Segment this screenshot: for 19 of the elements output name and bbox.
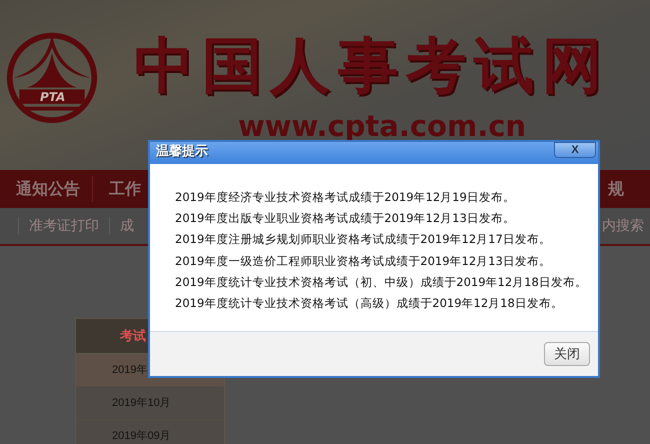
notice-text: 2019年度经济专业技术资格考试成绩于2019年12月19日发布。 — [175, 189, 516, 206]
subnav-link[interactable]: 成 — [109, 217, 144, 235]
notice-text: 2019年度统计专业技术资格考试（高级）成绩于2019年12月18日发布。 — [175, 295, 564, 312]
notice-text: 2019年度出版专业职业资格考试成绩于2019年12月13日发布。 — [175, 210, 516, 228]
sidebar-item[interactable]: 2019年09月 — [76, 420, 224, 444]
close-dialog-button[interactable]: 关闭 — [544, 342, 590, 366]
sidebar-item[interactable]: 2019年10月 — [76, 387, 224, 420]
site-name: 中国人事考试网 — [134, 34, 610, 98]
notice-text: 2019年度一级造价工程师职业资格考试成绩于2019年12月13日发布。 — [175, 252, 552, 270]
dialog-title: 温馨提示 — [156, 143, 208, 161]
subnav-link[interactable]: 内搜索 — [602, 217, 650, 235]
close-button[interactable]: X — [554, 142, 596, 158]
notice-text: 2019年度统计专业技术资格考试（初、中级）成绩于2019年12月18日发布。 — [175, 274, 588, 291]
subnav-link[interactable]: 准考证打印 — [18, 217, 109, 235]
sidebar-title: 考试 — [120, 328, 146, 345]
site-url: www.cpta.com.cn — [238, 110, 526, 142]
nav-item[interactable]: 通知公告 — [0, 176, 93, 202]
logo-text: PTA — [40, 90, 66, 104]
notice-text: 2019年度注册城乡规划师职业资格考试成绩于2019年12月17日发布。 — [175, 231, 552, 248]
